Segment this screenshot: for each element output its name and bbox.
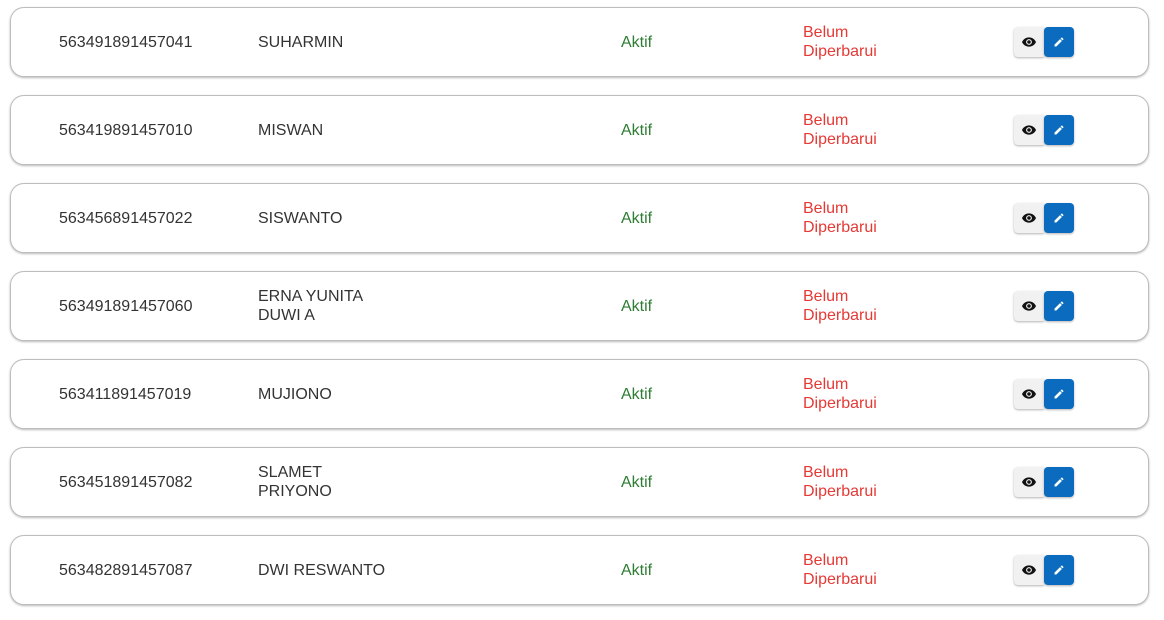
update-line: Belum [803, 464, 849, 481]
update-line: Diperbarui [803, 43, 877, 60]
name-line: SISWANTO [258, 209, 343, 227]
update-status-value: Belum Diperbarui [803, 360, 933, 428]
list-item: 563456891457022 SISWANTO Aktif Belum Dip… [10, 183, 1149, 253]
pencil-icon [1054, 125, 1064, 135]
view-button[interactable] [1014, 115, 1044, 145]
name-value: MUJIONO [258, 360, 558, 428]
update-line: Diperbarui [803, 307, 877, 324]
name-line: SLAMET [258, 464, 323, 481]
nik-value: 563411891457019 [59, 385, 192, 403]
update-status-value: Belum Diperbarui [803, 448, 933, 516]
row-actions [1014, 448, 1094, 516]
nik-value: 563482891457087 [59, 561, 193, 579]
update-status-value: Belum Diperbarui [803, 184, 933, 252]
eye-icon [1022, 37, 1036, 47]
update-line: Belum [803, 24, 849, 41]
edit-button[interactable] [1044, 467, 1074, 497]
update-line: Belum [803, 112, 849, 129]
row-actions [1014, 536, 1094, 604]
name-value: DWI RESWANTO [258, 536, 558, 604]
view-button[interactable] [1014, 203, 1044, 233]
pencil-icon [1054, 213, 1064, 223]
name-line: SUHARMIN [258, 33, 344, 51]
name-line: PRIYONO [258, 483, 332, 500]
edit-button[interactable] [1044, 555, 1074, 585]
update-line: Belum [803, 288, 849, 305]
row-actions [1014, 8, 1094, 76]
name-line: ERNA YUNITA [258, 288, 364, 305]
pencil-icon [1054, 477, 1064, 487]
eye-icon [1022, 389, 1036, 399]
list-item: 563419891457010 MISWAN Aktif Belum Diper… [10, 95, 1149, 165]
name-line: DUWI A [258, 307, 315, 324]
pencil-icon [1054, 565, 1064, 575]
status-value: Aktif [621, 33, 653, 51]
eye-icon [1022, 565, 1036, 575]
row-actions [1014, 360, 1094, 428]
name-value: MISWAN [258, 96, 558, 164]
nik-value: 563491891457060 [59, 297, 193, 315]
status-value: Aktif [621, 121, 653, 139]
edit-button[interactable] [1044, 291, 1074, 321]
eye-icon [1022, 301, 1036, 311]
update-status-value: Belum Diperbarui [803, 96, 933, 164]
name-value: SLAMET PRIYONO [258, 448, 558, 516]
list-item: 563451891457082 SLAMET PRIYONO Aktif Bel… [10, 447, 1149, 517]
nik-value: 563456891457022 [59, 209, 193, 227]
view-button[interactable] [1014, 467, 1044, 497]
view-button[interactable] [1014, 291, 1044, 321]
list-item: 563491891457041 SUHARMIN Aktif Belum Dip… [10, 7, 1149, 77]
view-button[interactable] [1014, 555, 1044, 585]
name-line: MISWAN [258, 121, 324, 139]
update-status-value: Belum Diperbarui [803, 8, 933, 76]
update-line: Diperbarui [803, 571, 877, 588]
list-item: 563482891457087 DWI RESWANTO Aktif Belum… [10, 535, 1149, 605]
name-value: SISWANTO [258, 184, 558, 252]
nik-value: 563491891457041 [59, 33, 193, 51]
name-value: SUHARMIN [258, 8, 558, 76]
edit-button[interactable] [1044, 115, 1074, 145]
status-value: Aktif [621, 385, 653, 403]
eye-icon [1022, 213, 1036, 223]
update-line: Diperbarui [803, 483, 877, 500]
update-line: Belum [803, 552, 849, 569]
eye-icon [1022, 477, 1036, 487]
name-value: ERNA YUNITA DUWI A [258, 272, 558, 340]
row-actions [1014, 184, 1094, 252]
edit-button[interactable] [1044, 379, 1074, 409]
status-value: Aktif [621, 297, 653, 315]
record-list: 563491891457041 SUHARMIN Aktif Belum Dip… [0, 0, 1164, 620]
update-line: Belum [803, 200, 849, 217]
update-status-value: Belum Diperbarui [803, 272, 933, 340]
list-item: 563491891457060 ERNA YUNITA DUWI A Aktif… [10, 271, 1149, 341]
update-status-value: Belum Diperbarui [803, 536, 933, 604]
edit-button[interactable] [1044, 27, 1074, 57]
row-actions [1014, 272, 1094, 340]
row-actions [1014, 96, 1094, 164]
view-button[interactable] [1014, 27, 1044, 57]
status-value: Aktif [621, 209, 653, 227]
edit-button[interactable] [1044, 203, 1074, 233]
update-line: Belum [803, 376, 849, 393]
pencil-icon [1054, 37, 1064, 47]
nik-value: 563419891457010 [59, 121, 193, 139]
list-item: 563411891457019 MUJIONO Aktif Belum Dipe… [10, 359, 1149, 429]
nik-value: 563451891457082 [59, 473, 193, 491]
name-line: DWI RESWANTO [258, 561, 386, 579]
update-line: Diperbarui [803, 219, 877, 236]
pencil-icon [1054, 389, 1064, 399]
status-value: Aktif [621, 561, 653, 579]
update-line: Diperbarui [803, 131, 877, 148]
view-button[interactable] [1014, 379, 1044, 409]
update-line: Diperbarui [803, 395, 877, 412]
name-line: MUJIONO [258, 385, 332, 403]
status-value: Aktif [621, 473, 653, 491]
eye-icon [1022, 125, 1036, 135]
pencil-icon [1054, 301, 1064, 311]
